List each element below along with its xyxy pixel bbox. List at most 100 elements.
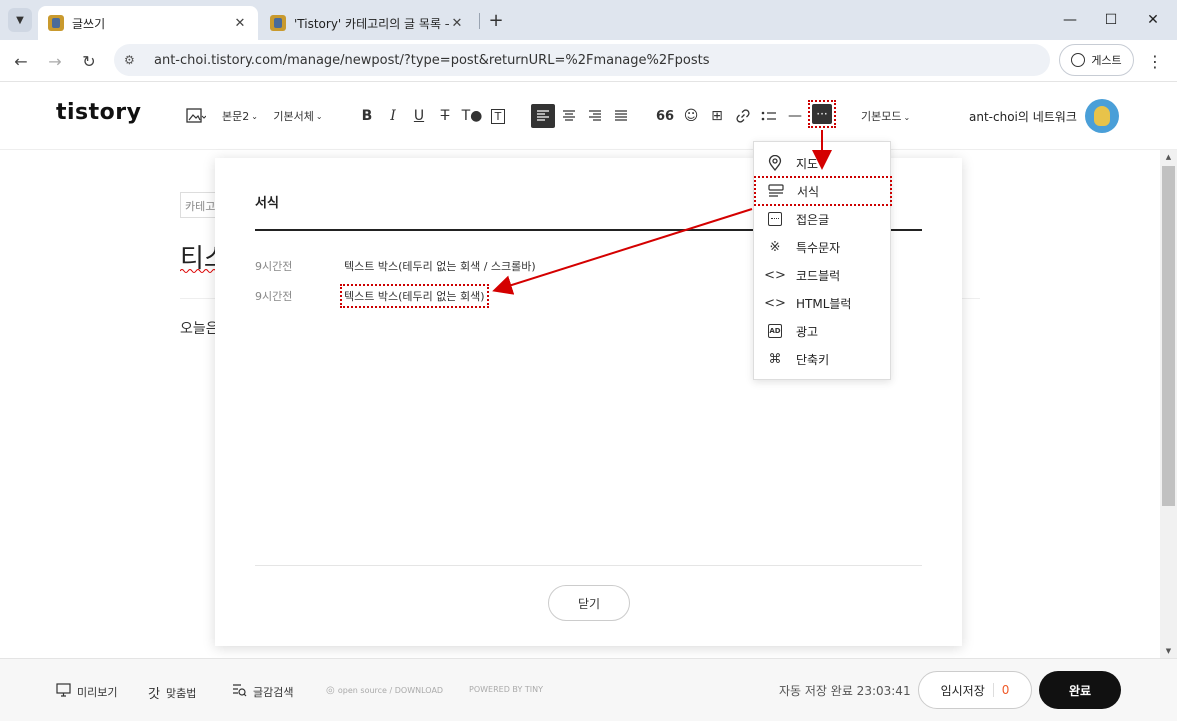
spellcheck-underline <box>180 269 216 273</box>
url-text[interactable]: ant-choi.tistory.com/manage/newpost/?typ… <box>154 53 709 68</box>
tistory-logo[interactable]: tistory <box>56 100 141 125</box>
window-close-icon[interactable]: ✕ <box>1138 6 1168 34</box>
menu-item-shortcut[interactable]: ⌘ 단축키 <box>754 345 892 373</box>
menu-item-map[interactable]: 지도 <box>754 149 892 177</box>
text-color-icon[interactable]: T● <box>461 104 483 128</box>
align-justify-icon[interactable] <box>610 104 632 128</box>
underline-icon[interactable]: U <box>409 104 429 128</box>
editor-mode-select[interactable]: 기본모드 ⌄ <box>861 108 910 124</box>
close-icon[interactable]: ✕ <box>449 16 465 31</box>
menu-item-label: 서식 <box>797 184 820 199</box>
table-icon[interactable]: ⊞ <box>706 104 728 128</box>
browser-tab-bar: ▼ 글쓰기 ✕ 'Tistory' 카테고리의 글 목록 — ✕ + — ☐ ✕ <box>0 0 1177 40</box>
avatar[interactable] <box>1085 99 1119 133</box>
shortcut-icon: ⌘ <box>768 351 782 367</box>
bullet-list-icon[interactable] <box>758 104 780 128</box>
draft-count[interactable]: 0 <box>1002 683 1010 697</box>
draft-save-button[interactable]: 임시저장 0 <box>918 671 1032 709</box>
tab-category-list[interactable]: 'Tistory' 카테고리의 글 목록 — ✕ <box>260 6 475 40</box>
scroll-down-icon[interactable]: ▼ <box>1160 644 1177 658</box>
page-scrollbar[interactable]: ▲ ▼ <box>1160 150 1177 658</box>
align-center-icon[interactable] <box>558 104 580 128</box>
menu-item-fold[interactable]: 접은글 <box>754 205 892 233</box>
address-bar[interactable]: ⚙ ant-choi.tistory.com/manage/newpost/?t… <box>114 44 1050 76</box>
content-search-button[interactable]: 글감검색 <box>232 683 293 701</box>
post-body[interactable]: 오늘은 <box>180 318 219 338</box>
menu-item-template[interactable]: 서식 <box>754 176 892 206</box>
link-icon[interactable] <box>732 104 754 128</box>
menu-item-label: HTML블럭 <box>796 296 852 311</box>
code-icon: <> <box>764 267 786 283</box>
draft-divider <box>992 683 994 697</box>
italic-icon[interactable]: I <box>383 104 403 128</box>
more-options-button[interactable]: ··· <box>808 100 836 128</box>
align-right-icon[interactable] <box>584 104 606 128</box>
modal-close-button[interactable]: 닫기 <box>548 585 630 621</box>
tab-title: 글쓰기 <box>72 16 106 31</box>
ad-icon: AD <box>766 322 784 340</box>
template-row[interactable]: 9시간전 텍스트 박스(테두리 없는 회색) <box>255 284 489 308</box>
text-background-icon[interactable]: T <box>488 104 508 128</box>
more-options-menu: 지도 서식 접은글 ※ 특수문자 <> 코드블럭 <> HTML블럭 AD 광고… <box>753 141 892 380</box>
browser-menu-icon[interactable]: ⋮ <box>1146 48 1164 74</box>
paragraph-style-select[interactable]: 본문2 ⌄ <box>220 104 260 128</box>
spellcheck-icon: 갓 <box>148 687 160 702</box>
reload-icon[interactable]: ↻ <box>76 48 102 74</box>
image-insert-icon[interactable] <box>183 104 209 128</box>
new-tab-plus-icon[interactable]: + <box>484 8 508 32</box>
editor-footer: 미리보기 갓 맞춤법 글감검색 ◎ open source / DOWNLOAD… <box>0 658 1177 721</box>
more-dots-icon: ··· <box>812 104 832 124</box>
browser-toolbar: ← → ↻ ⚙ ant-choi.tistory.com/manage/newp… <box>0 40 1177 82</box>
blog-name[interactable]: ant-choi의 네트워크 <box>969 108 1077 125</box>
guest-profile-button[interactable]: 게스트 <box>1059 44 1134 76</box>
template-row[interactable]: 9시간전 텍스트 박스(테두리 없는 회색 / 스크롤바) <box>255 258 536 274</box>
preview-label: 미리보기 <box>77 686 118 699</box>
tab-search-chevron-icon[interactable]: ▼ <box>8 8 32 32</box>
search-doc-icon <box>232 683 247 701</box>
profile-label: 게스트 <box>1091 54 1122 67</box>
menu-item-html-block[interactable]: <> HTML블럭 <box>754 289 892 317</box>
align-left-icon[interactable] <box>531 104 555 128</box>
menu-item-code-block[interactable]: <> 코드블럭 <box>754 261 892 289</box>
maximize-icon[interactable]: ☐ <box>1096 6 1126 34</box>
strikethrough-icon[interactable]: T <box>435 104 455 128</box>
minimize-icon[interactable]: — <box>1055 6 1085 34</box>
content-search-label: 글감검색 <box>253 686 294 699</box>
editor-mode-value: 기본모드 <box>861 110 902 123</box>
site-info-icon[interactable]: ⚙ <box>124 53 142 67</box>
map-pin-icon <box>766 154 784 172</box>
draft-label: 임시저장 <box>940 683 985 698</box>
html-icon: <> <box>764 295 786 311</box>
publish-button[interactable]: 완료 <box>1039 671 1121 709</box>
forward-arrow-icon[interactable]: → <box>42 48 68 74</box>
font-select[interactable]: 기본서체 ⌄ <box>270 104 326 128</box>
close-icon[interactable]: ✕ <box>232 16 248 31</box>
emoticon-icon[interactable]: ☺ <box>680 104 702 128</box>
template-label[interactable]: 텍스트 박스(테두리 없는 회색) <box>340 284 489 308</box>
back-arrow-icon[interactable]: ← <box>8 48 34 74</box>
tab-write[interactable]: 글쓰기 ✕ <box>38 6 258 40</box>
menu-item-label: 코드블럭 <box>796 268 841 283</box>
quote-icon[interactable]: 66 <box>654 104 676 128</box>
menu-item-label: 광고 <box>796 324 819 339</box>
horizontal-rule-icon[interactable]: — <box>784 104 806 128</box>
powered-by-tiny[interactable]: POWERED BY TINY <box>469 685 543 694</box>
template-time: 9시간전 <box>255 290 293 303</box>
scroll-thumb[interactable] <box>1162 166 1175 506</box>
menu-item-label: 지도 <box>796 156 819 171</box>
autosave-status: 자동 저장 완료 23:03:41 <box>779 684 911 698</box>
tab-divider <box>479 13 480 29</box>
paragraph-style-value: 본문2 <box>222 110 250 123</box>
person-icon <box>1071 53 1086 67</box>
spellcheck-button[interactable]: 갓 맞춤법 <box>148 683 197 703</box>
opensource-label: open source / DOWNLOAD <box>337 686 444 695</box>
scroll-up-icon[interactable]: ▲ <box>1160 150 1177 164</box>
template-label[interactable]: 텍스트 박스(테두리 없는 회색 / 스크롤바) <box>344 258 536 274</box>
preview-button[interactable]: 미리보기 <box>56 683 117 701</box>
menu-item-special-char[interactable]: ※ 특수문자 <box>754 233 892 261</box>
fold-icon <box>766 210 784 228</box>
bold-icon[interactable]: B <box>357 104 377 128</box>
spellcheck-label: 맞춤법 <box>165 686 197 700</box>
opensource-link[interactable]: ◎ open source / DOWNLOAD <box>326 685 443 696</box>
menu-item-ad[interactable]: AD 광고 <box>754 317 892 345</box>
